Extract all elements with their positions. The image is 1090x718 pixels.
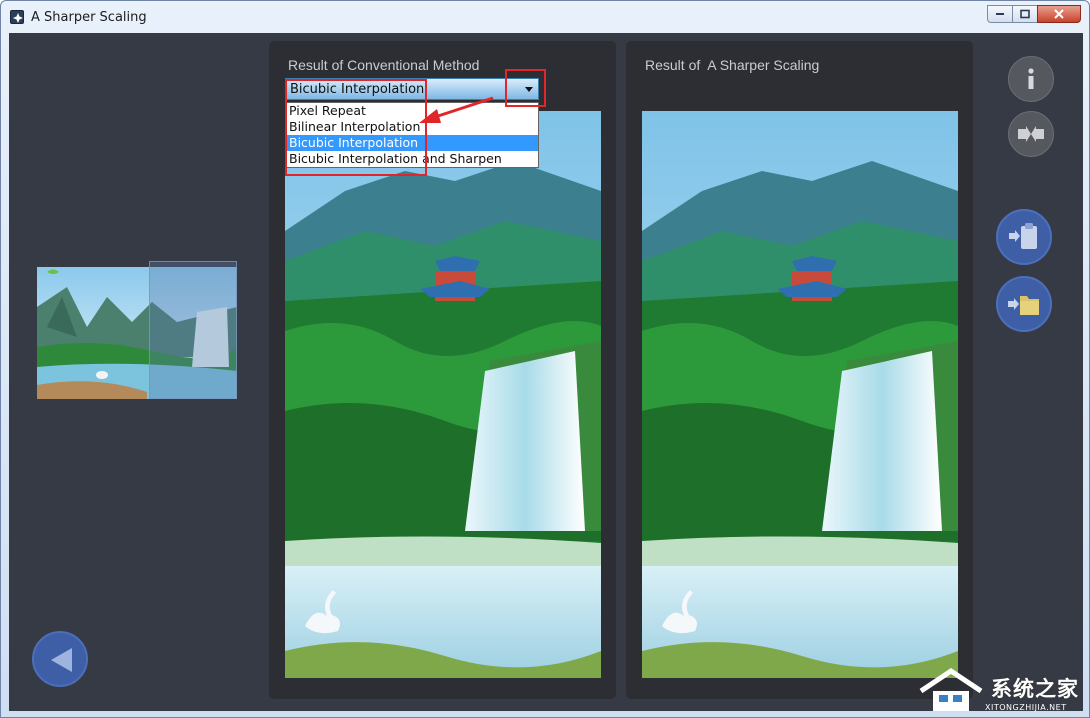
back-button[interactable] — [32, 631, 88, 687]
open-folder-button[interactable] — [996, 276, 1052, 332]
site-watermark: 系统之家 XITONGZHIJIA.NET — [913, 663, 1090, 718]
title-bar: A Sharper Scaling — [1, 1, 1089, 33]
watermark-url: XITONGZHIJIA.NET — [985, 703, 1067, 712]
paste-button[interactable] — [996, 209, 1052, 265]
left-arrow-icon — [51, 648, 72, 672]
client-area: Result of Conventional Method Bicubic In… — [9, 33, 1083, 711]
annotation-box-dropdown-arrow — [505, 69, 546, 107]
compare-icon — [1018, 126, 1044, 142]
app-icon — [10, 10, 24, 24]
window-title: A Sharper Scaling — [31, 10, 147, 25]
paste-icon — [1009, 223, 1037, 249]
sharper-result-panel: Result of A Sharper Scaling — [626, 41, 973, 699]
minimize-button[interactable] — [987, 5, 1013, 23]
sharper-result-image — [642, 111, 958, 678]
house-logo-icon — [919, 667, 983, 711]
annotation-box-dropdown-options — [285, 79, 427, 176]
thumbnail-viewport-indicator[interactable] — [149, 261, 237, 399]
conventional-panel-title: Result of Conventional Method — [288, 57, 480, 73]
conventional-result-panel: Result of Conventional Method Bicubic In… — [269, 41, 616, 699]
sharper-panel-title: Result of A Sharper Scaling — [645, 57, 820, 73]
info-button[interactable] — [1008, 56, 1054, 102]
open-folder-icon — [1008, 296, 1039, 315]
watermark-text: 系统之家 — [991, 677, 1079, 701]
close-button[interactable] — [1037, 5, 1081, 23]
compare-button[interactable] — [1008, 111, 1054, 157]
maximize-button[interactable] — [1012, 5, 1038, 23]
app-window: A Sharper Scaling Result of Conventional… — [0, 0, 1090, 718]
info-icon — [1028, 68, 1034, 89]
window-controls — [987, 5, 1081, 25]
conventional-result-image — [285, 111, 601, 678]
